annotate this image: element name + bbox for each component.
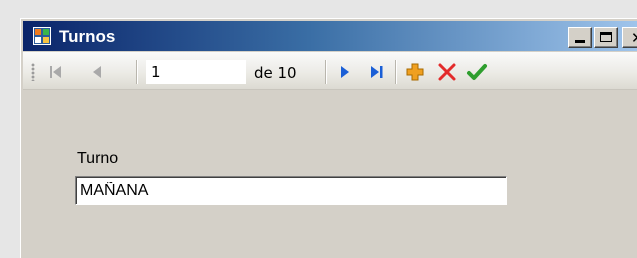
title-bar[interactable]: Turnos ✕ [23, 21, 637, 51]
move-next-button[interactable] [334, 61, 356, 83]
screen: Turnos ✕ [0, 0, 637, 258]
close-icon: ✕ [631, 29, 637, 47]
window-title: Turnos [59, 27, 116, 46]
toolbar-grip[interactable] [31, 63, 35, 81]
move-next-icon [341, 66, 349, 78]
turno-input[interactable] [75, 176, 507, 205]
add-icon [406, 63, 424, 81]
delete-icon [438, 63, 456, 81]
turnos-window: Turnos ✕ [20, 18, 637, 258]
count-label: de 10 [254, 64, 297, 82]
move-last-icon [371, 66, 383, 78]
toolbar-separator [395, 60, 397, 84]
close-button[interactable]: ✕ [622, 27, 637, 48]
toolbar-separator [325, 60, 327, 84]
move-first-icon [50, 66, 61, 78]
minimize-icon [575, 40, 585, 43]
app-icon [33, 27, 51, 45]
move-previous-icon [93, 66, 101, 78]
move-first-button[interactable] [45, 61, 67, 83]
save-button[interactable] [466, 61, 488, 83]
maximize-icon [600, 32, 612, 42]
move-last-button[interactable] [366, 61, 388, 83]
minimize-button[interactable] [568, 27, 592, 48]
maximize-button[interactable] [594, 27, 618, 48]
save-icon [467, 64, 487, 80]
add-new-button[interactable] [404, 61, 426, 83]
move-previous-button[interactable] [86, 61, 108, 83]
delete-button[interactable] [436, 61, 458, 83]
binding-navigator: de 10 [23, 52, 637, 90]
toolbar-separator [136, 60, 138, 84]
position-input[interactable] [146, 60, 246, 84]
turno-label: Turno [77, 150, 119, 167]
